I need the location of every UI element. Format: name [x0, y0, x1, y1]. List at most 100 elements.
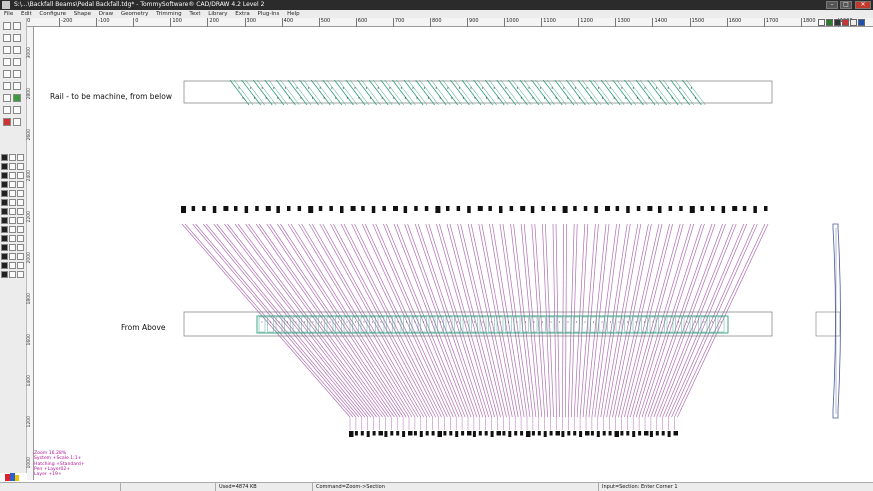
left-ruler[interactable]: 3000 2800 2600 2400 2200 2000 1800 1600 1400 1200…: [27, 27, 34, 480]
pen-swatch-icon[interactable]: [1, 244, 8, 251]
menu-text[interactable]: Text: [189, 11, 200, 17]
polyline-icon[interactable]: [3, 58, 11, 66]
pen-swatch-icon[interactable]: [1, 208, 8, 215]
layer-visible-icon[interactable]: [9, 244, 16, 251]
layer-visible-icon[interactable]: [9, 208, 16, 215]
zoom-icon[interactable]: [850, 19, 857, 26]
layer-lock-icon[interactable]: [17, 154, 24, 161]
bottom-block: [620, 431, 624, 436]
layer-visible-icon[interactable]: [9, 199, 16, 206]
text-icon[interactable]: [3, 70, 11, 78]
menu-shape[interactable]: Shape: [74, 11, 91, 17]
pen-swatch-icon[interactable]: [1, 163, 8, 170]
pen-swatch-icon[interactable]: [1, 235, 8, 242]
pan-icon[interactable]: [13, 106, 21, 114]
line-icon[interactable]: [3, 34, 11, 42]
ruler-tick: 1600: [726, 18, 741, 27]
layer-visible-icon[interactable]: [9, 253, 16, 260]
top-block: [297, 206, 302, 211]
menu-edit[interactable]: Edit: [21, 11, 32, 17]
fill-icon[interactable]: [13, 94, 21, 102]
menu-trimming[interactable]: Trimming: [156, 11, 182, 17]
layer-lock-icon[interactable]: [17, 226, 24, 233]
pen-swatch-icon[interactable]: [1, 271, 8, 278]
snap-icon[interactable]: [13, 82, 21, 90]
color-icon[interactable]: [842, 19, 849, 26]
bottom-block: [449, 431, 453, 436]
drawing-canvas[interactable]: Rail - to be machine, from below From Ab…: [35, 28, 873, 481]
layer-lock-icon[interactable]: [17, 172, 24, 179]
help-icon[interactable]: [858, 19, 865, 26]
layer-visible-icon[interactable]: [9, 181, 16, 188]
dimension-icon[interactable]: [13, 70, 21, 78]
menu-draw[interactable]: Draw: [99, 11, 113, 17]
layer-icon[interactable]: [834, 19, 841, 26]
pen-swatch-icon[interactable]: [1, 262, 8, 269]
ruler-vtick: 2800: [27, 88, 32, 100]
menu-file[interactable]: File: [4, 11, 13, 17]
measure-icon[interactable]: [3, 82, 11, 90]
menu-geometry[interactable]: Geometry: [121, 11, 148, 17]
arc-icon[interactable]: [13, 46, 21, 54]
zoom-icon[interactable]: [3, 106, 11, 114]
cross-icon[interactable]: [13, 22, 21, 30]
menu-plugins[interactable]: Plug-Ins: [258, 11, 280, 17]
layer-lock-icon[interactable]: [17, 253, 24, 260]
top-ruler[interactable]: 10 -200 -100 0 100 200 300 400 500 600 700 800 900 10…: [20, 18, 873, 27]
layer-lock-icon[interactable]: [17, 217, 24, 224]
layer-visible-icon[interactable]: [9, 217, 16, 224]
menu-configure[interactable]: Configure: [39, 11, 66, 17]
bottom-block: [644, 431, 649, 436]
pen-swatch-icon[interactable]: [1, 226, 8, 233]
pen-swatch-icon[interactable]: [1, 181, 8, 188]
close-button[interactable]: ✕: [855, 1, 871, 9]
layer-lock-icon[interactable]: [17, 244, 24, 251]
pen-swatch-icon[interactable]: [1, 172, 8, 179]
layer-lock-icon[interactable]: [17, 208, 24, 215]
rail-hole: [621, 87, 623, 89]
ruler-tick: 500: [318, 18, 330, 27]
bottom-block: [484, 431, 488, 436]
layer-lock-icon[interactable]: [17, 181, 24, 188]
menu-extra[interactable]: Extra: [235, 11, 250, 17]
layer-lock-icon[interactable]: [17, 235, 24, 242]
ruler-tick: 900: [467, 18, 479, 27]
layer-visible-icon[interactable]: [9, 163, 16, 170]
bottom-block: [585, 431, 590, 436]
bezier-icon[interactable]: [13, 58, 21, 66]
curve-icon[interactable]: [13, 34, 21, 42]
layer-lock-icon[interactable]: [17, 199, 24, 206]
layer-visible-icon[interactable]: [9, 262, 16, 269]
menu-library[interactable]: Library: [208, 11, 227, 17]
rail-hole: [505, 87, 507, 89]
pen-swatch-icon[interactable]: [1, 154, 8, 161]
above-hole: [635, 321, 637, 323]
grid-icon[interactable]: [826, 19, 833, 26]
minimize-button[interactable]: –: [826, 1, 838, 9]
circle-icon[interactable]: [3, 46, 11, 54]
layer-visible-icon[interactable]: [9, 154, 16, 161]
layer-visible-icon[interactable]: [9, 271, 16, 278]
maximize-button[interactable]: □: [840, 1, 852, 9]
layer-lock-icon[interactable]: [17, 262, 24, 269]
pen-swatch-icon[interactable]: [1, 190, 8, 197]
menu-help[interactable]: Help: [287, 11, 300, 17]
rail-hole: [435, 87, 437, 89]
layer-visible-icon[interactable]: [9, 172, 16, 179]
layer-visible-icon[interactable]: [9, 190, 16, 197]
pen-swatch-icon[interactable]: [1, 253, 8, 260]
layer-lock-icon[interactable]: [17, 163, 24, 170]
hatch-icon[interactable]: [3, 94, 11, 102]
layer-lock-icon[interactable]: [17, 190, 24, 197]
top-block: [753, 206, 757, 213]
layer-lock-icon[interactable]: [17, 271, 24, 278]
top-block: [499, 206, 503, 213]
pen-swatch-icon[interactable]: [1, 217, 8, 224]
layer-visible-icon[interactable]: [9, 235, 16, 242]
page-icon[interactable]: [818, 19, 825, 26]
select-icon[interactable]: [3, 22, 11, 30]
layer-visible-icon[interactable]: [9, 226, 16, 233]
rect-icon[interactable]: [3, 118, 11, 126]
pen-swatch-icon[interactable]: [1, 199, 8, 206]
pencil-icon[interactable]: [13, 118, 21, 126]
